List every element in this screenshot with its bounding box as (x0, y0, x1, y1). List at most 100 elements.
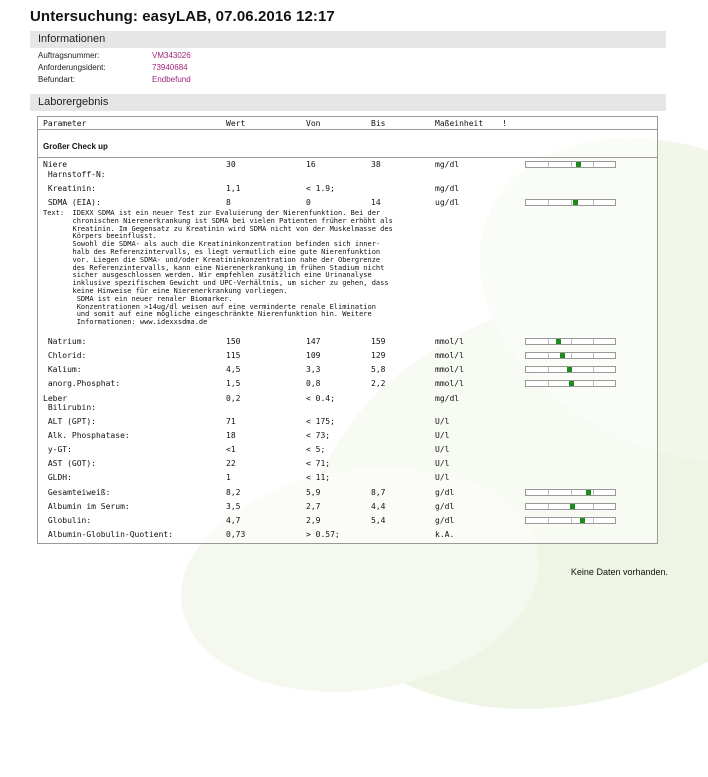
group-title: Großer Check up (43, 142, 108, 151)
table-row: Gesamteiweiß: 8,2 5,9 8,7 g/dl (38, 488, 657, 499)
cell-wert: 0,73 (226, 530, 246, 539)
table-row: GLDH: 1 < 11; U/l (38, 473, 657, 484)
cell-von: < 11; (306, 473, 331, 482)
info-value[interactable]: 73940684 (152, 62, 188, 73)
scale-tick (570, 490, 572, 495)
cell-wert: 22 (226, 459, 236, 468)
reference-scale-bar (525, 199, 616, 206)
table-row: anorg.Phosphat: 1,5 0,8 2,2 mmol/l (38, 379, 657, 390)
scale-tick (592, 162, 594, 167)
cell-einheit: U/l (435, 431, 450, 440)
cell-wert: 150 (226, 337, 241, 346)
value-marker (568, 381, 574, 386)
value-marker (586, 490, 592, 495)
cell-wert: <1 (226, 445, 236, 454)
cell-wert: 1,1 (226, 184, 241, 193)
scale-tick (592, 490, 594, 495)
table-row: Bilirubin: (38, 403, 657, 414)
scale-tick (592, 353, 594, 358)
table-row: Natrium: 150 147 159 mmol/l (38, 337, 657, 348)
table-row: Alk. Phosphatase: 18 < 73; U/l (38, 431, 657, 442)
cell-wert: 115 (226, 351, 241, 360)
scale-tick (592, 200, 594, 205)
cell-bis: 38 (371, 160, 381, 169)
cell-einheit: mmol/l (435, 365, 464, 374)
cell-von: 2,7 (306, 502, 321, 511)
cell-einheit: U/l (435, 473, 450, 482)
cell-param: AST (GOT): (43, 459, 96, 468)
reference-scale-bar (525, 352, 616, 359)
cell-von: < 5; (306, 445, 326, 454)
cell-param: Gesamteiweiß: (43, 488, 111, 497)
reference-scale-bar (525, 503, 616, 510)
cell-von: < 1.9; (306, 184, 335, 193)
table-row: y-GT: <1 < 5; U/l (38, 445, 657, 456)
header-flag: ! (502, 119, 507, 128)
value-marker (580, 518, 586, 523)
value-marker (575, 162, 581, 167)
scale-tick (592, 518, 594, 523)
cell-von: 0,8 (306, 379, 321, 388)
header-einheit: Maßeinheit (435, 119, 484, 128)
scale-tick (592, 504, 594, 509)
info-value[interactable]: Endbefund (152, 74, 191, 85)
lab-result-table: Parameter Wert Von Bis Maßeinheit ! Groß… (37, 116, 658, 544)
cell-einheit: U/l (435, 459, 450, 468)
reference-scale-bar (525, 338, 616, 345)
info-label: Befundart: (38, 75, 75, 84)
cell-einheit: U/l (435, 445, 450, 454)
cell-param: Kreatinin: (43, 184, 96, 193)
table-row: Kalium: 4,5 3,3 5,8 mmol/l (38, 365, 657, 376)
table-row: ALT (GPT): 71 < 175; U/l (38, 417, 657, 428)
group-divider (38, 157, 657, 158)
cell-wert: 8 (226, 198, 231, 207)
cell-einheit: g/dl (435, 488, 455, 497)
reference-scale-bar (525, 380, 616, 387)
cell-von: < 71; (306, 459, 331, 468)
cell-param: Albumin im Serum: (43, 502, 130, 511)
info-row-auftragsnummer: Auftragsnummer: VM343026 (38, 50, 338, 61)
header-wert: Wert (226, 119, 246, 128)
cell-einheit: k.A. (435, 530, 455, 539)
cell-param: Globulin: (43, 516, 92, 525)
cell-von: 2,9 (306, 516, 321, 525)
cell-param: Bilirubin: (43, 403, 96, 412)
scale-tick (570, 353, 572, 358)
scale-tick (570, 518, 572, 523)
cell-param: anorg.Phosphat: (43, 379, 121, 388)
cell-einheit: mg/dl (435, 160, 460, 169)
table-header: Parameter Wert Von Bis Maßeinheit ! (38, 117, 657, 129)
table-row: Globulin: 4,7 2,9 5,4 g/dl (38, 516, 657, 527)
value-marker (556, 339, 562, 344)
scale-tick (548, 339, 550, 344)
cell-einheit: ug/dl (435, 198, 460, 207)
cell-param: Albumin-Globulin-Quotient: (43, 530, 174, 539)
cell-param: Natrium: (43, 337, 87, 346)
cell-von: < 175; (306, 417, 335, 426)
info-value[interactable]: VM343026 (152, 50, 191, 61)
info-row-anforderungsident: Anforderungsident: 73940684 (38, 62, 338, 73)
scale-tick (570, 339, 572, 344)
info-row-befundart: Befundart: Endbefund (38, 74, 338, 85)
scale-tick (548, 162, 550, 167)
header-bis: Bis (371, 119, 386, 128)
header-von: Von (306, 119, 321, 128)
cell-param: Kalium: (43, 365, 82, 374)
cell-param: Harnstoff-N: (43, 170, 106, 179)
header-parameter: Parameter (43, 119, 87, 128)
scale-tick (548, 490, 550, 495)
cell-einheit: mmol/l (435, 351, 464, 360)
cell-bis: 159 (371, 337, 386, 346)
reference-scale-bar (525, 161, 616, 168)
table-row: Harnstoff-N: (38, 170, 657, 181)
cell-wert: 1 (226, 473, 231, 482)
section-header-informationen: Informationen (30, 31, 666, 48)
table-row: Chlorid: 115 109 129 mmol/l (38, 351, 657, 362)
cell-von: < 73; (306, 431, 331, 440)
scale-tick (570, 162, 572, 167)
cell-bis: 5,4 (371, 516, 386, 525)
cell-wert: 30 (226, 160, 236, 169)
scale-tick (592, 381, 594, 386)
sdma-text-block: Text: IDEXX SDMA ist ein neuer Test zur … (43, 209, 393, 327)
cell-bis: 14 (371, 198, 381, 207)
